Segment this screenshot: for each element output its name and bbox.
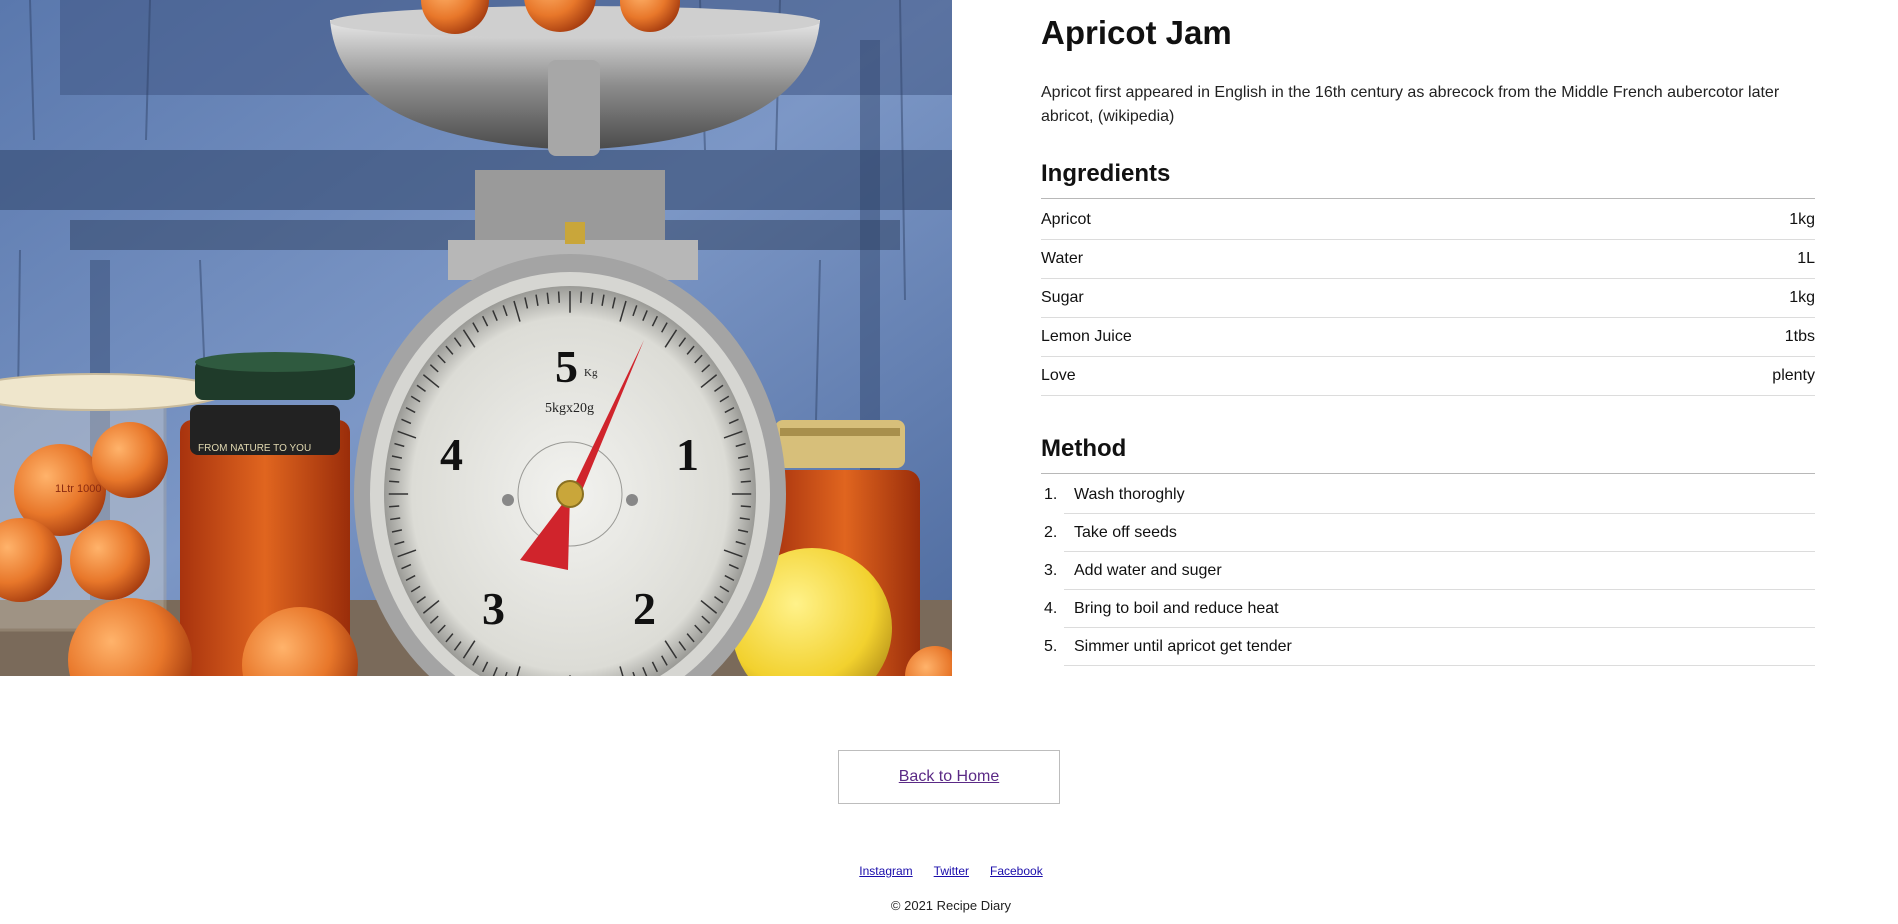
ingredient-amount: 1tbs [1784,328,1815,345]
method-list: 1. Wash thoroghly 2. Take off seeds 3. A… [1041,476,1815,666]
facebook-link[interactable]: Facebook [990,864,1043,878]
step-number: 5. [1044,638,1058,655]
dial-kg-label: Kg [584,367,598,379]
twitter-link[interactable]: Twitter [934,864,969,878]
method-heading: Method [1041,435,1815,474]
ingredient-name: Apricot [1041,211,1091,228]
ingredient-row: Water 1L [1041,240,1815,279]
beaker-label: 1Ltr 1000 [55,483,101,495]
ingredient-row: Apricot 1kg [1041,201,1815,240]
back-to-home-button[interactable]: Back to Home [838,750,1060,804]
copyright: © 2021 Recipe Diary [890,898,1012,913]
ingredients-heading: Ingredients [1041,160,1815,199]
dial-number-bottom-right: 2 [633,583,656,634]
recipe-details: Apricot Jam Apricot first appeared in En… [1041,0,1815,666]
recipe-photo: 1Ltr 1000 FROM NATURE TO YOU 5 1 2 3 4 K… [0,0,952,676]
method-step: 2. Take off seeds [1041,514,1815,552]
dial-number-bottom-left: 3 [482,583,505,634]
method-step: 3. Add water and suger [1041,552,1815,590]
step-text: Add water and suger [1064,552,1815,590]
dial-tick [740,480,751,483]
ingredient-amount: 1L [1797,250,1815,267]
ingredient-name: Love [1041,367,1076,384]
dial-number-top: 5 [555,341,578,392]
ingredient-row: Sugar 1kg [1041,279,1815,318]
step-number: 1. [1044,486,1058,503]
dial-number-right: 1 [676,429,699,480]
back-to-home-link[interactable]: Back to Home [899,768,999,786]
step-number: 4. [1044,600,1058,617]
social-links: Instagram Twitter Facebook [0,864,1898,878]
step-text: Simmer until apricot get tender [1064,628,1815,666]
method-step: 1. Wash thoroghly [1041,476,1815,514]
ingredients-list: Apricot 1kg Water 1L Sugar 1kg Lemon Jui… [1041,201,1815,396]
footer: Instagram Twitter Facebook © 2021 Recipe… [0,864,1898,913]
method-step: 5. Simmer until apricot get tender [1041,628,1815,666]
recipe-description: Apricot first appeared in English in the… [1041,84,1780,125]
dial-tick [389,480,400,483]
step-text: Bring to boil and reduce heat [1064,590,1815,628]
dial-tick [557,291,561,303]
dial-number-left: 4 [440,429,463,480]
ingredient-amount: plenty [1772,367,1815,384]
method-step: 4. Bring to boil and reduce heat [1041,590,1815,628]
dial-tick [740,505,751,508]
ingredient-row: Lemon Juice 1tbs [1041,318,1815,357]
ingredient-name: Lemon Juice [1041,328,1132,345]
ingredient-row: Love plenty [1041,357,1815,396]
jar-label: FROM NATURE TO YOU [198,443,311,454]
instagram-link[interactable]: Instagram [859,864,912,878]
ingredient-name: Water [1041,250,1084,267]
ingredient-name: Sugar [1041,289,1084,306]
ingredient-amount: 1kg [1789,211,1815,228]
step-number: 3. [1044,562,1058,579]
page: 1Ltr 1000 FROM NATURE TO YOU 5 1 2 3 4 K… [0,0,1898,924]
dial-tick [389,505,400,508]
dial-capacity-label: 5kgx20g [545,401,594,416]
step-number: 2. [1044,524,1058,541]
recipe-title: Apricot Jam [1041,14,1232,51]
dial-tick [579,291,583,303]
step-text: Take off seeds [1064,514,1815,552]
ingredient-amount: 1kg [1789,289,1815,306]
step-text: Wash thoroghly [1064,476,1815,514]
